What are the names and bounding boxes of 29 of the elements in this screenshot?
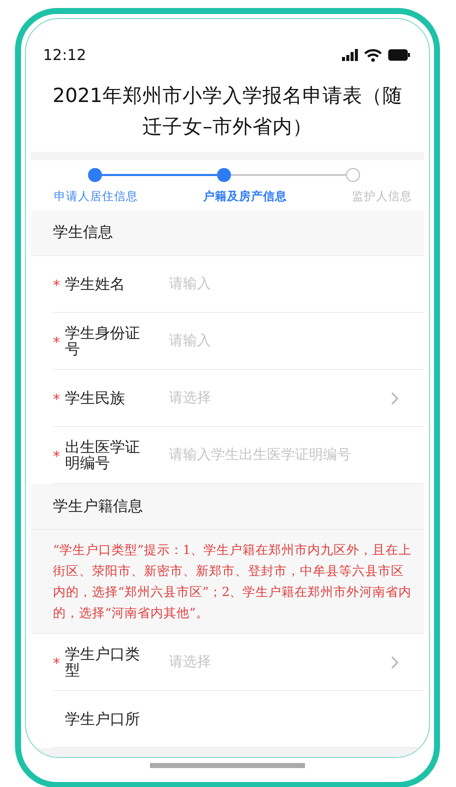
form-title: 2021年郑州市小学入学报名申请表（随迁子女–市外省内） [52,83,404,140]
status-time: 12:12 [43,46,86,64]
field-label: 学生户口所 [65,711,141,727]
select-field[interactable]: 请选择 [169,389,424,407]
required-mark: * [53,448,60,464]
required-mark: * [53,334,60,350]
input-field[interactable]: 请输入学生出生医学证明编号 [169,447,424,463]
step-label[interactable]: 监护人信息 [352,189,412,204]
select-field[interactable]: 请选择 [169,653,424,671]
step-label[interactable]: 申请人居住信息 [54,189,138,204]
input-field[interactable]: 请输入 [169,333,424,349]
step-label[interactable]: 户籍及房产信息 [203,189,287,204]
signal-icon [342,49,358,61]
field-label: 学生户口类型 [65,646,141,678]
field-label: 学生姓名 [65,276,126,292]
notice-text: “学生户口类型”提示：1、学生户籍在郑州市内九区外，且在上街区、荥阳市、新密市、新郑市、登封市，中牟县等六县市区内的，选择“郑州六县市区”；2、学生户籍在郑州市外河南省内的，选择“河南省内其他”。 [53,542,412,620]
field-label: 学生民族 [65,390,126,406]
section-title: 学生户籍信息 [53,497,143,516]
wifi-icon [364,48,382,62]
chevron-icon [391,392,399,404]
field-label: 学生身份证号 [65,325,141,357]
input-field[interactable]: 请输入 [169,276,424,292]
field-label: 出生医学证明编号 [65,439,141,471]
battery-icon [388,49,410,61]
required-mark: * [53,392,60,408]
chevron-icon [391,656,399,668]
section-title: 学生信息 [53,223,113,242]
required-mark: * [53,278,60,294]
required-mark: * [53,656,60,672]
